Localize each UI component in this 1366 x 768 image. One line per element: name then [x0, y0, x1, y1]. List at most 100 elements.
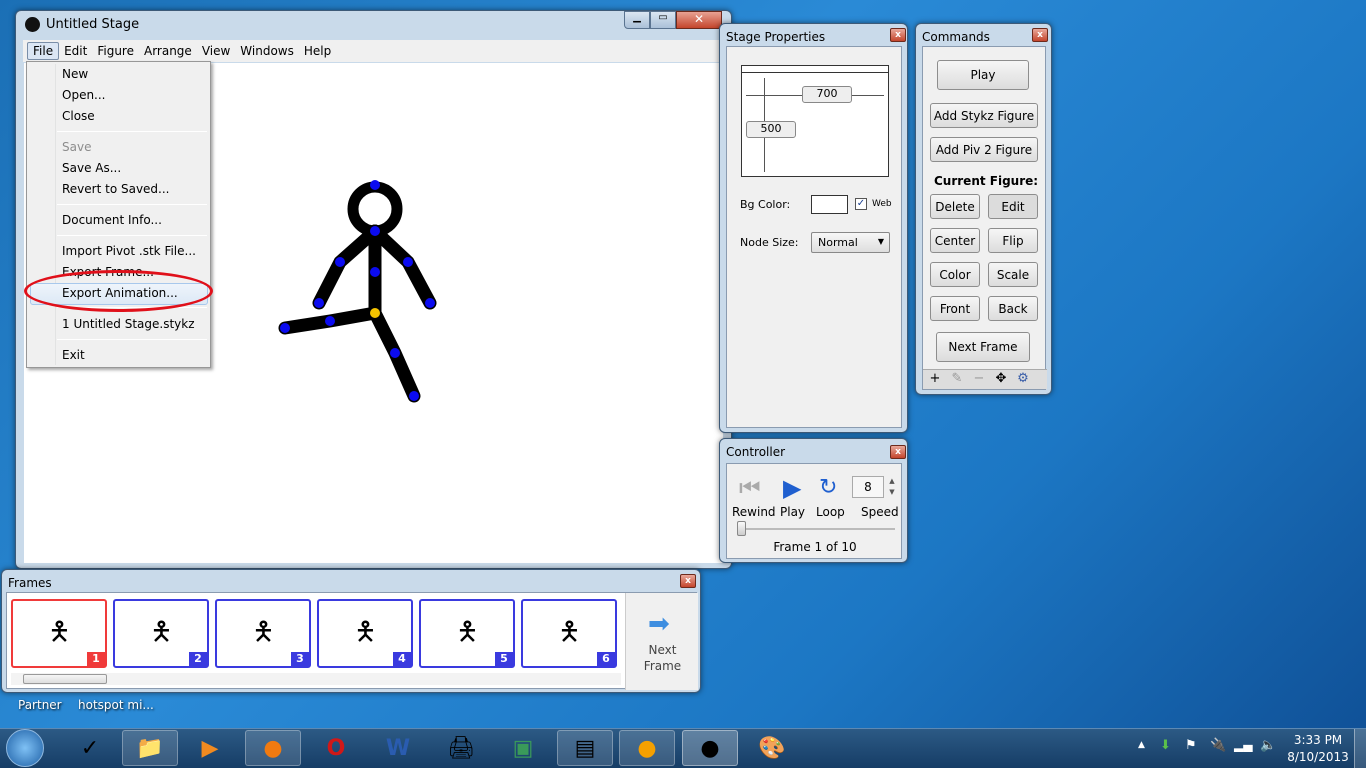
menu-item-exit[interactable]: Exit [62, 348, 85, 362]
frame-thumbnail[interactable]: 🯅 1 [11, 599, 107, 668]
menu-item-document-info[interactable]: Document Info... [62, 213, 162, 227]
action-center-icon[interactable]: ⚑ [1185, 738, 1197, 753]
taskbar-word[interactable]: W [370, 730, 426, 766]
menu-item-revert[interactable]: Revert to Saved... [62, 182, 170, 196]
center-button[interactable]: Center [930, 228, 980, 253]
loop-icon[interactable]: ↻ [819, 476, 837, 500]
play-icon[interactable]: ▶ [783, 476, 801, 500]
frame-number: 4 [393, 652, 411, 666]
pencil-icon[interactable]: ✎ [947, 371, 967, 388]
taskbar-media-player[interactable]: ▶ [182, 730, 238, 766]
current-figure-label: Current Figure: [934, 174, 1039, 188]
menu-item-import-pivot[interactable]: Import Pivot .stk File... [62, 244, 196, 258]
web-checkbox[interactable]: ✓ [855, 198, 867, 210]
next-frame-label-line1: Next [648, 643, 677, 657]
add-icon[interactable]: + [925, 371, 945, 388]
menu-edit[interactable]: Edit [59, 44, 92, 58]
close-icon[interactable]: x [890, 445, 906, 459]
clock-date[interactable]: 8/10/2013 [1283, 750, 1353, 764]
power-icon[interactable]: 🔌 [1210, 738, 1226, 753]
desktop-icon-hotspot[interactable]: hotspot mi... [78, 698, 154, 712]
volume-icon[interactable]: 🔈 [1260, 738, 1276, 753]
frame-thumbnail[interactable]: 🯅 3 [215, 599, 311, 668]
menu-windows[interactable]: Windows [235, 44, 299, 58]
taskbar-control-panel[interactable]: ▤ [557, 730, 613, 766]
add-stykz-figure-button[interactable]: Add Stykz Figure [930, 103, 1038, 128]
menu-item-open[interactable]: Open... [62, 88, 106, 102]
taskbar-stykz[interactable]: ● [682, 730, 738, 766]
taskbar-firefox[interactable]: ● [245, 730, 301, 766]
next-frame-button[interactable]: ➡ Next Frame [625, 593, 698, 690]
taskbar-app[interactable]: ▣ [495, 730, 551, 766]
speed-label: Speed [861, 505, 899, 519]
clock-time[interactable]: 3:33 PM [1288, 733, 1348, 747]
close-icon[interactable]: x [1032, 28, 1048, 42]
rewind-label: Rewind [732, 505, 776, 519]
menu-item-new[interactable]: New [62, 67, 88, 81]
minimize-button[interactable]: ▁ [624, 11, 650, 29]
start-button[interactable] [6, 729, 44, 767]
frame-thumbnail[interactable]: 🯅 5 [419, 599, 515, 668]
scale-button[interactable]: Scale [988, 262, 1038, 287]
menu-view[interactable]: View [197, 44, 235, 58]
scrollbar-thumb[interactable] [23, 674, 107, 684]
add-piv2-figure-button[interactable]: Add Piv 2 Figure [930, 137, 1038, 162]
controller-title: Controller [726, 445, 786, 459]
close-icon[interactable]: x [680, 574, 696, 588]
speed-stepper[interactable]: ▲ ▼ [886, 476, 898, 498]
frame-slider[interactable] [737, 528, 895, 530]
edit-button[interactable]: Edit [988, 194, 1038, 219]
taskbar-app-check[interactable]: ✓ [62, 730, 118, 766]
color-button[interactable]: Color [930, 262, 980, 287]
arrow-right-icon: ➡ [648, 609, 670, 639]
app-icon [25, 17, 40, 32]
taskbar-scanner[interactable]: 🖨 [433, 730, 489, 766]
show-desktop-button[interactable] [1354, 729, 1366, 768]
front-button[interactable]: Front [930, 296, 980, 321]
minus-icon[interactable]: − [969, 371, 989, 388]
frames-scrollbar[interactable] [11, 673, 621, 685]
menu-help[interactable]: Help [299, 44, 336, 58]
close-button[interactable]: ✕ [676, 11, 722, 29]
menu-file[interactable]: File [27, 42, 60, 60]
network-icon[interactable]: ▂▄ [1234, 738, 1252, 752]
taskbar-opera[interactable]: O [308, 730, 364, 766]
frame-thumbnail[interactable]: 🯅 4 [317, 599, 413, 668]
frames-title: Frames [8, 576, 52, 590]
move-icon[interactable]: ✥ [991, 371, 1011, 388]
next-frame-button[interactable]: Next Frame [936, 332, 1030, 362]
taskbar-paint[interactable]: 🎨 [744, 730, 800, 766]
stage-width-value[interactable]: 700 [802, 86, 852, 103]
show-hidden-icons[interactable]: ▲ [1138, 740, 1145, 750]
menu-item-save-as[interactable]: Save As... [62, 161, 121, 175]
frames-panel: Frames x 🯅 1 🯅 2 🯅 3 🯅 4 🯅 5 🯅 6 ➡ Next Frame [1, 569, 701, 693]
download-manager-icon[interactable]: ⬇ [1160, 738, 1171, 753]
rewind-icon[interactable]: ⏮ [739, 476, 761, 500]
desktop-icon-partner[interactable]: Partner [18, 698, 62, 712]
flip-button[interactable]: Flip [988, 228, 1038, 253]
stage-properties-title: Stage Properties [726, 30, 826, 44]
menu-figure[interactable]: Figure [92, 44, 139, 58]
menu-arrange[interactable]: Arrange [139, 44, 197, 58]
node-size-value: Normal [818, 236, 858, 249]
frame-thumbnail[interactable]: 🯅 2 [113, 599, 209, 668]
frame-number: 6 [597, 652, 615, 666]
gear-icon[interactable]: ⚙ [1013, 371, 1033, 388]
taskbar-explorer[interactable]: 📁 [122, 730, 178, 766]
back-button[interactable]: Back [988, 296, 1038, 321]
taskbar-app-sun[interactable]: ● [619, 730, 675, 766]
menu-item-recent-file[interactable]: 1 Untitled Stage.stykz [62, 317, 195, 331]
speed-input[interactable]: 8 [852, 476, 884, 498]
maximize-button[interactable]: ▭ [650, 11, 676, 29]
frame-slider-thumb[interactable] [737, 521, 746, 536]
bg-color-swatch[interactable] [811, 195, 848, 214]
web-label: Web [872, 199, 892, 209]
node-size-select[interactable]: Normal ▼ [811, 232, 890, 253]
menu-item-close[interactable]: Close [62, 109, 95, 123]
close-icon[interactable]: x [890, 28, 906, 42]
play-button[interactable]: Play [937, 60, 1029, 90]
frame-thumbnail[interactable]: 🯅 6 [521, 599, 617, 668]
stage-height-value[interactable]: 500 [746, 121, 796, 138]
delete-button[interactable]: Delete [930, 194, 980, 219]
loop-label: Loop [816, 505, 845, 519]
